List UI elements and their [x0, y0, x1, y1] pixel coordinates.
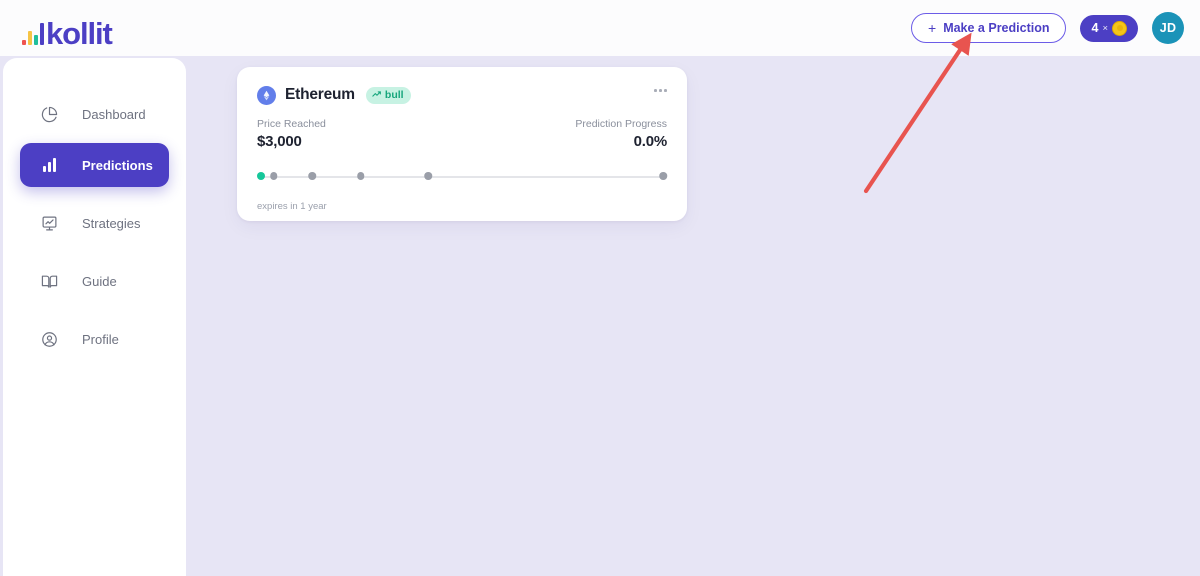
app-logo[interactable]: kollit: [22, 9, 113, 51]
milestone-node[interactable]: [308, 172, 316, 180]
prediction-progress-label: Prediction Progress: [575, 118, 667, 130]
sidebar-item-profile[interactable]: Profile: [20, 317, 169, 361]
make-prediction-label: Make a Prediction: [943, 21, 1050, 35]
sidebar-item-label: Dashboard: [82, 106, 146, 122]
milestone-node[interactable]: [424, 172, 432, 180]
credits-count: 4: [1091, 21, 1099, 35]
sidebar-item-label: Guide: [82, 273, 117, 289]
price-reached-metric: Price Reached $3,000: [257, 118, 326, 150]
gold-coin-icon: [1112, 20, 1127, 36]
sidebar-item-predictions[interactable]: Predictions: [20, 143, 169, 187]
plus-icon: +: [928, 20, 937, 36]
sidebar-item-label: Predictions: [82, 157, 153, 173]
sidebar: Dashboard Predictions Strategies Guide P…: [3, 58, 186, 576]
sidebar-item-label: Strategies: [82, 215, 141, 231]
bar-chart-logo-icon: [22, 21, 44, 47]
prediction-card-header: Ethereum bull: [257, 84, 667, 106]
ellipsis-horizontal-icon[interactable]: [652, 85, 669, 96]
presentation-chart-icon: [39, 213, 59, 233]
ethereum-icon: [257, 85, 276, 105]
sidebar-item-guide[interactable]: Guide: [20, 259, 169, 303]
credits-badge[interactable]: 4 ×: [1080, 14, 1138, 42]
avatar-initials: JD: [1159, 21, 1177, 35]
sidebar-divider: [3, 194, 186, 201]
sidebar-item-label: Profile: [82, 331, 119, 347]
sentiment-badge: bull: [365, 86, 411, 104]
milestone-node[interactable]: [270, 172, 278, 180]
asset-name: Ethereum: [285, 86, 355, 103]
prediction-card[interactable]: Ethereum bull Price Reached $3,000 Predi…: [237, 67, 687, 221]
price-reached-value: $3,000: [257, 133, 302, 150]
pie-chart-icon: [39, 104, 59, 124]
sidebar-item-strategies[interactable]: Strategies: [20, 201, 169, 245]
price-reached-label: Price Reached: [257, 118, 326, 130]
milestone-progress-track[interactable]: [257, 172, 667, 182]
sidebar-divider: [3, 252, 186, 259]
milestone-node[interactable]: [357, 172, 365, 180]
expiry-text: expires in 1 year: [257, 201, 327, 212]
make-prediction-button[interactable]: + Make a Prediction: [911, 13, 1067, 43]
sentiment-label: bull: [384, 89, 404, 101]
milestone-node[interactable]: [659, 172, 667, 180]
prediction-metrics: Price Reached $3,000 Prediction Progress…: [257, 118, 667, 150]
prediction-progress-value: 0.0%: [633, 133, 668, 150]
trending-up-icon: [372, 89, 382, 102]
sidebar-item-dashboard[interactable]: Dashboard: [20, 92, 169, 136]
milestone-node[interactable]: [257, 172, 265, 180]
logo-wordmark: kollit: [46, 16, 113, 51]
app-root: kollit + Make a Prediction 4 × JD Dashbo…: [0, 0, 1200, 576]
book-open-icon: [39, 271, 59, 291]
sidebar-divider: [3, 310, 186, 317]
prediction-progress-metric: Prediction Progress 0.0%: [575, 118, 667, 150]
top-header-bar: kollit + Make a Prediction 4 × JD: [0, 0, 1200, 56]
credits-times-symbol: ×: [1102, 22, 1108, 34]
track-line: [261, 176, 663, 178]
avatar[interactable]: JD: [1152, 12, 1184, 44]
bar-chart-icon: [39, 155, 59, 175]
user-circle-icon: [39, 329, 59, 349]
header-actions: + Make a Prediction 4 × JD: [911, 0, 1184, 56]
